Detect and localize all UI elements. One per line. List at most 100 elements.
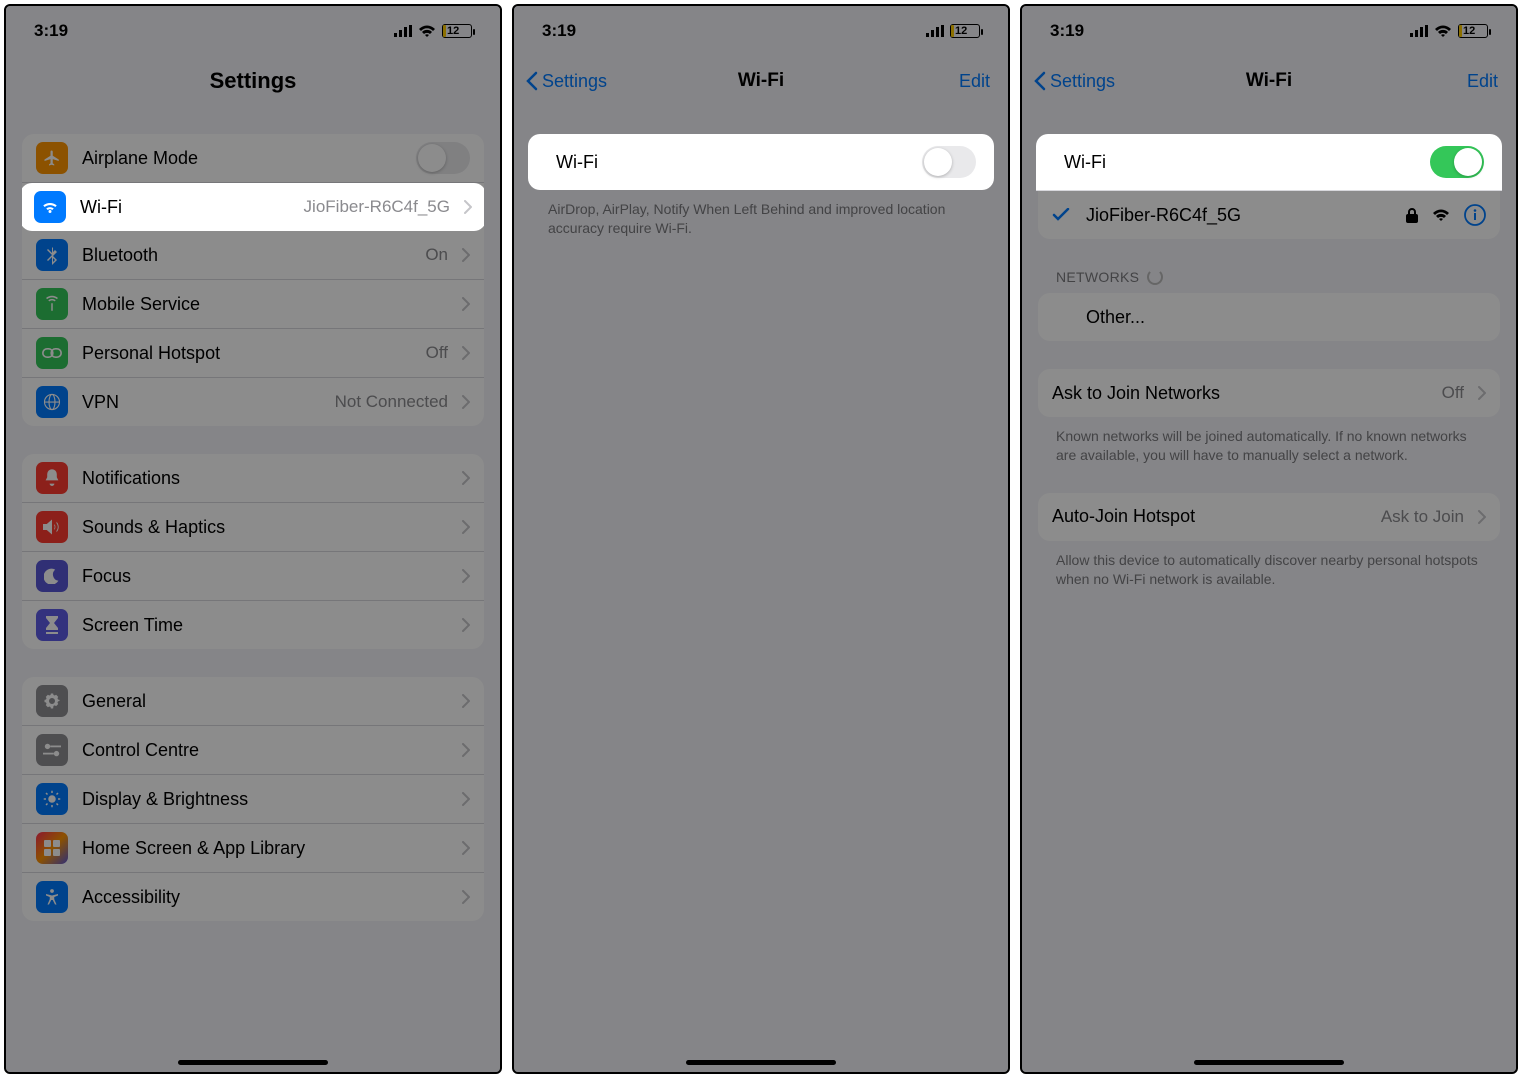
speaker-icon [36, 511, 68, 543]
nav-bar: Settings [6, 56, 500, 106]
lock-icon [1406, 208, 1418, 223]
row-sounds-haptics[interactable]: Sounds & Haptics [22, 503, 484, 552]
wifi-toggle-row-highlight: Wi-Fi [1036, 134, 1502, 191]
wifi-toggle-row[interactable]: Wi-Fi [1036, 134, 1502, 191]
ask-to-join-row[interactable]: Ask to Join Networks Off [1038, 369, 1500, 417]
status-bar: 3:19 12 [1022, 6, 1516, 56]
row-label: Accessibility [82, 887, 448, 908]
settings-group-3: General Control Centre Display & Brightn… [22, 677, 484, 921]
network-name: JioFiber-R6C4f_5G [1086, 205, 1392, 226]
row-airplane-mode[interactable]: Airplane Mode [22, 134, 484, 183]
grid-icon [36, 832, 68, 864]
wifi-toggle[interactable] [922, 146, 976, 178]
page-title: Wi-Fi [738, 70, 784, 92]
row-notifications[interactable]: Notifications [22, 454, 484, 503]
chevron-right-icon [462, 618, 470, 632]
sun-icon [36, 783, 68, 815]
row-mobile-service[interactable]: Mobile Service [22, 280, 484, 329]
wifi-status-icon [1434, 25, 1452, 38]
loading-spinner-icon [1147, 269, 1163, 285]
row-vpn[interactable]: VPN Not Connected [22, 378, 484, 426]
chevron-right-icon [462, 890, 470, 904]
status-time: 3:19 [542, 21, 576, 41]
antenna-icon [36, 288, 68, 320]
row-home-screen[interactable]: Home Screen & App Library [22, 824, 484, 873]
row-label: Wi-Fi [1054, 152, 1416, 173]
status-time: 3:19 [34, 21, 68, 41]
networks-header-text: NETWORKS [1056, 269, 1139, 285]
row-general[interactable]: General [22, 677, 484, 726]
gear-icon [36, 685, 68, 717]
back-button[interactable]: Settings [526, 71, 607, 92]
chevron-right-icon [462, 346, 470, 360]
home-indicator[interactable] [178, 1060, 328, 1065]
chevron-right-icon [464, 200, 472, 214]
globe-icon [36, 386, 68, 418]
row-screen-time[interactable]: Screen Time [22, 601, 484, 649]
row-control-centre[interactable]: Control Centre [22, 726, 484, 775]
home-indicator[interactable] [686, 1060, 836, 1065]
chevron-right-icon [462, 395, 470, 409]
row-accessibility[interactable]: Accessibility [22, 873, 484, 921]
row-label: Auto-Join Hotspot [1052, 506, 1367, 527]
row-label: Personal Hotspot [82, 343, 412, 364]
row-bluetooth[interactable]: Bluetooth On [22, 231, 484, 280]
chevron-right-icon [462, 743, 470, 757]
hourglass-icon [36, 609, 68, 641]
wifi-icon [34, 191, 66, 223]
connected-network-row[interactable]: JioFiber-R6C4f_5G [1038, 191, 1500, 239]
ask-join-footer: Known networks will be joined automatica… [1038, 417, 1500, 465]
auto-join-hotspot-row[interactable]: Auto-Join Hotspot Ask to Join [1038, 493, 1500, 541]
airplane-toggle[interactable] [416, 142, 470, 174]
chevron-right-icon [462, 841, 470, 855]
home-indicator[interactable] [1194, 1060, 1344, 1065]
row-label: VPN [82, 392, 321, 413]
status-bar: 3:19 12 [514, 6, 1008, 56]
row-label: Focus [82, 566, 448, 587]
back-label: Settings [1050, 71, 1115, 92]
wifi-toggle[interactable] [1430, 146, 1484, 178]
row-label: Control Centre [82, 740, 448, 761]
wifi-toggle-row-highlight: Wi-Fi [528, 134, 994, 190]
screen-settings-list: 3:19 12 Settings Airplane Mode Wi-Fi [4, 4, 502, 1074]
row-value: Off [1442, 383, 1464, 403]
battery-icon: 12 [442, 24, 472, 38]
screen-wifi-off: 3:19 12 Settings Wi-Fi Edit Wi-Fi AirDro… [512, 4, 1010, 1074]
networks-header: NETWORKS [1038, 239, 1500, 293]
chevron-right-icon [462, 297, 470, 311]
edit-button[interactable]: Edit [959, 71, 990, 92]
bell-icon [36, 462, 68, 494]
back-button[interactable]: Settings [1034, 71, 1115, 92]
row-display-brightness[interactable]: Display & Brightness [22, 775, 484, 824]
page-title: Settings [210, 68, 297, 94]
row-focus[interactable]: Focus [22, 552, 484, 601]
edit-button[interactable]: Edit [1467, 71, 1498, 92]
settings-group-2: Notifications Sounds & Haptics Focus Scr… [22, 454, 484, 649]
sliders-icon [36, 734, 68, 766]
screen-wifi-on: 3:19 12 Settings Wi-Fi Edit Wi-Fi [1020, 4, 1518, 1074]
row-value: On [425, 245, 448, 265]
row-label: Wi-Fi [80, 197, 290, 218]
row-personal-hotspot[interactable]: Personal Hotspot Off [22, 329, 484, 378]
other-network-row[interactable]: Other... [1038, 293, 1500, 341]
checkmark-icon [1052, 208, 1072, 222]
row-wifi[interactable]: Wi-Fi JioFiber-R6C4f_5G [22, 183, 484, 231]
row-label: Wi-Fi [546, 152, 908, 173]
row-label: Home Screen & App Library [82, 838, 448, 859]
row-value: JioFiber-R6C4f_5G [304, 197, 450, 217]
cellular-icon [394, 25, 412, 37]
wifi-toggle-row[interactable]: Wi-Fi [528, 134, 994, 190]
wifi-status-icon [418, 25, 436, 38]
wifi-signal-icon [1432, 209, 1450, 222]
back-label: Settings [542, 71, 607, 92]
row-label: Bluetooth [82, 245, 411, 266]
settings-group-1: Airplane Mode Wi-Fi JioFiber-R6C4f_5G Bl… [22, 134, 484, 426]
accessibility-icon [36, 881, 68, 913]
row-value: Off [426, 343, 448, 363]
info-icon[interactable] [1464, 204, 1486, 226]
chevron-right-icon [462, 471, 470, 485]
row-value: Not Connected [335, 392, 448, 412]
cellular-icon [926, 25, 944, 37]
page-title: Wi-Fi [1246, 70, 1292, 92]
row-value: Ask to Join [1381, 507, 1464, 527]
